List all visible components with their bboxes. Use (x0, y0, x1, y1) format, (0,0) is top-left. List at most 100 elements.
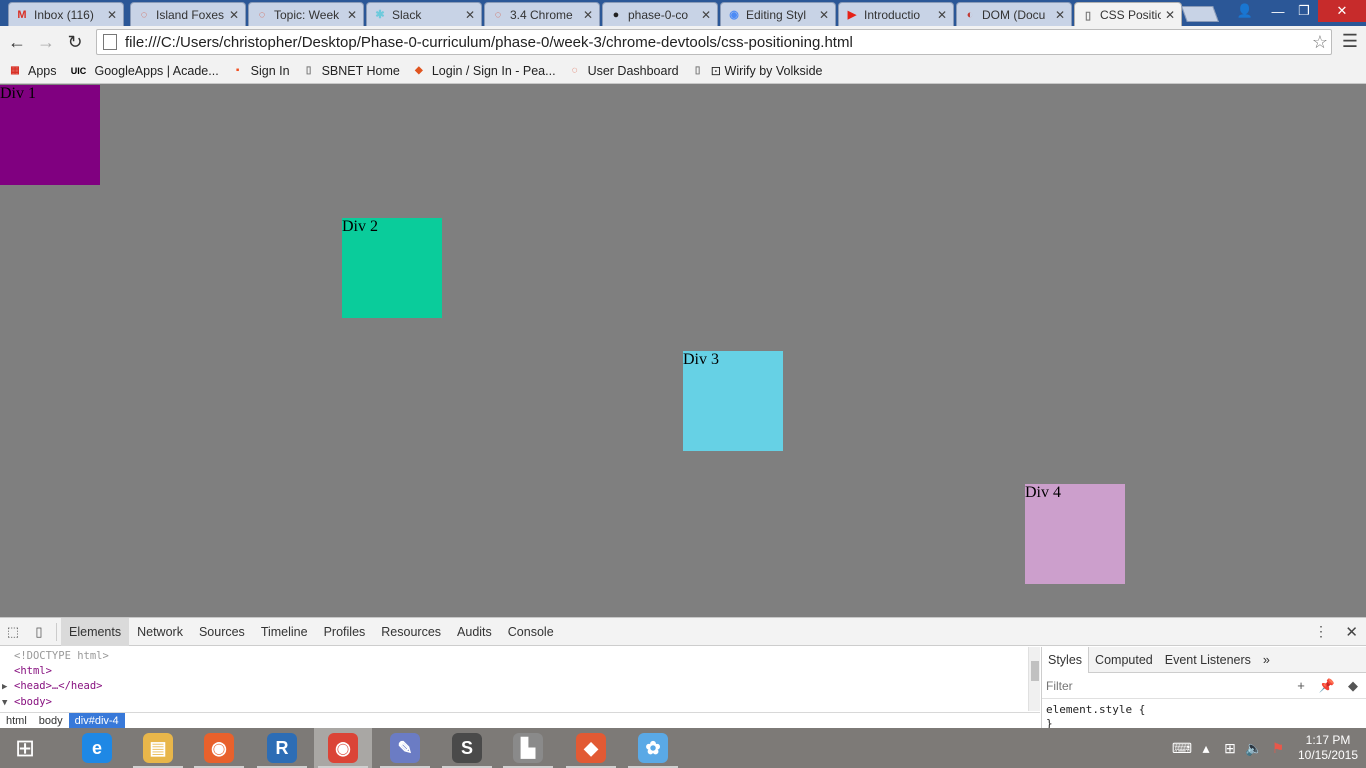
bookmark-star-icon[interactable]: ☆ (1309, 32, 1331, 53)
bookmark-label: GoogleApps | Acade... (94, 63, 219, 78)
dom-node[interactable]: ▼ <body> (2, 695, 1028, 711)
taskbar-app[interactable]: ◉ (190, 728, 248, 768)
div-2-box: Div 2 (342, 218, 442, 318)
dom-node-text: <!DOCTYPE html> (14, 650, 109, 662)
browser-tab[interactable]: ▶ Introductio ✕ (838, 2, 954, 26)
devtools-tab-elements[interactable]: Elements (61, 617, 130, 646)
tab-label: phase-0-co (628, 7, 689, 22)
taskbar-app[interactable]: ✿ (624, 728, 682, 768)
taskbar-app[interactable]: ▤ (129, 728, 187, 768)
bookmark-item[interactable]: ▦ Apps (8, 64, 56, 78)
devtools-tab-audits[interactable]: Audits (449, 618, 500, 646)
devtools-tab-console[interactable]: Console (500, 618, 562, 646)
user-profile-icon[interactable]: 👤 (1233, 0, 1257, 22)
maximize-button[interactable]: ❐ (1292, 0, 1316, 22)
device-mode-icon[interactable]: ▯ (26, 618, 52, 646)
close-tab-icon[interactable]: ✕ (937, 8, 947, 22)
reload-button[interactable]: ↻ (63, 30, 87, 54)
taskbar-app[interactable]: R (253, 728, 311, 768)
forward-button[interactable]: → (34, 30, 58, 54)
close-tab-icon[interactable]: ✕ (819, 8, 829, 22)
styles-tab[interactable]: » (1257, 647, 1276, 673)
start-button[interactable]: ⊞ (0, 728, 50, 768)
browser-tab[interactable]: M Inbox (116) ✕ (8, 2, 124, 26)
taskbar-app[interactable]: ✎ (376, 728, 434, 768)
inspect-element-icon[interactable]: ⬚ (0, 618, 26, 646)
volume-icon[interactable]: 🔈 (1242, 740, 1266, 757)
firefox-icon: ◉ (204, 733, 234, 763)
expand-triangle-icon[interactable]: ▼ (2, 696, 14, 711)
new-tab-button[interactable] (1181, 6, 1219, 22)
bookmark-item[interactable]: ◌ User Dashboard (568, 64, 679, 78)
taskbar-app[interactable]: S (438, 728, 496, 768)
r-icon: R (267, 733, 297, 763)
close-tab-icon[interactable]: ✕ (583, 8, 593, 22)
taskbar-app[interactable]: ▙ (499, 728, 557, 768)
dom-node[interactable]: <html> (14, 664, 1028, 679)
notification-flag-icon[interactable]: ⚑ (1266, 740, 1290, 757)
taskbar-app[interactable]: e (68, 728, 126, 768)
browser-tab[interactable]: ◐ DOM (Docu ✕ (956, 2, 1072, 26)
toolbar-divider (56, 622, 57, 641)
devtools-tab-timeline[interactable]: Timeline (253, 618, 316, 646)
scrollbar-thumb[interactable] (1031, 661, 1039, 681)
show-hidden-icons-icon[interactable]: ▴ (1194, 740, 1218, 757)
bookmark-item[interactable]: ▪ Sign In (231, 64, 290, 78)
devtools-tab-profiles[interactable]: Profiles (316, 618, 374, 646)
address-url[interactable]: file:///C:/Users/christopher/Desktop/Pha… (125, 34, 1309, 51)
close-tab-icon[interactable]: ✕ (465, 8, 475, 22)
close-tab-icon[interactable]: ✕ (107, 8, 117, 22)
taskbar-app[interactable]: ◆ (562, 728, 620, 768)
browser-tab[interactable]: ● phase-0-co ✕ (602, 2, 718, 26)
bookmark-item[interactable]: ◆ Login / Sign In - Pea... (412, 64, 556, 78)
breadcrumb-item[interactable]: div#div-4 (68, 713, 125, 729)
dom-node[interactable]: ▶ <head>…</head> (2, 679, 1028, 695)
git-icon: ◆ (576, 733, 606, 763)
browser-tab[interactable]: ◌ Island Foxes ✕ (130, 2, 246, 26)
bookmark-item[interactable]: ▯ SBNET Home (302, 64, 400, 78)
devtools-more-icon[interactable]: ⋮ (1314, 623, 1328, 640)
browser-tab[interactable]: ◌ 3.4 Chrome ✕ (484, 2, 600, 26)
browser-tab[interactable]: ◌ Topic: Week ✕ (248, 2, 364, 26)
taskbar-app[interactable]: ◉ (314, 728, 372, 768)
toggle-element-state-icon[interactable]: 📌 (1314, 678, 1340, 694)
bookmark-item[interactable]: UIC GoogleApps | Acade... (69, 64, 219, 78)
devtools-close-icon[interactable]: ✕ (1345, 623, 1358, 641)
breadcrumb-item[interactable]: html (0, 713, 33, 729)
devbootcamp-icon: ◌ (571, 65, 578, 76)
close-window-button[interactable]: ✕ (1318, 0, 1366, 22)
slack-icon: ✱ (375, 9, 385, 21)
expand-triangle-icon[interactable]: ▶ (2, 680, 14, 695)
keyboard-icon[interactable]: ⌨ (1170, 740, 1194, 757)
dom-node[interactable]: <!DOCTYPE html> (14, 649, 1028, 664)
styles-filter-input[interactable] (1046, 678, 1288, 693)
devtools-tab-sources[interactable]: Sources (191, 618, 253, 646)
new-style-rule-icon[interactable]: + (1288, 678, 1314, 693)
page-icon (103, 34, 117, 50)
close-tab-icon[interactable]: ✕ (229, 8, 239, 22)
network-icon[interactable]: ⊞ (1218, 740, 1242, 757)
color-format-icon[interactable]: ◆ (1340, 678, 1366, 694)
styles-tab[interactable]: Event Listeners (1159, 647, 1257, 673)
close-tab-icon[interactable]: ✕ (347, 8, 357, 22)
breadcrumb-item[interactable]: body (33, 713, 69, 729)
browser-tab[interactable]: ▯ CSS Positio ✕ (1074, 2, 1182, 27)
minimize-button[interactable]: — (1266, 0, 1290, 22)
page-icon: ▯ (1084, 9, 1092, 22)
chrome-menu-button[interactable]: ☰ (1340, 31, 1360, 53)
close-tab-icon[interactable]: ✕ (1055, 8, 1065, 22)
browser-tab[interactable]: ✱ Slack ✕ (366, 2, 482, 26)
browser-tab[interactable]: ◉ Editing Styl ✕ (720, 2, 836, 26)
system-clock[interactable]: 1:17 PM 10/15/2015 (1290, 733, 1366, 763)
devtools-tab-resources[interactable]: Resources (373, 618, 449, 646)
close-tab-icon[interactable]: ✕ (701, 8, 711, 22)
devtools-tab-network[interactable]: Network (129, 618, 191, 646)
bookmark-item[interactable]: ▯ ⊡ Wirify by Volkside (691, 63, 823, 78)
address-bar[interactable]: file:///C:/Users/christopher/Desktop/Pha… (96, 29, 1332, 55)
rule-selector[interactable]: element.style { (1046, 703, 1362, 717)
dom-tree-scrollbar[interactable] (1028, 647, 1040, 711)
styles-tab[interactable]: Styles (1042, 646, 1090, 673)
styles-tab[interactable]: Computed (1089, 647, 1159, 673)
close-tab-icon[interactable]: ✕ (1165, 8, 1175, 22)
back-button[interactable]: ← (5, 30, 29, 54)
